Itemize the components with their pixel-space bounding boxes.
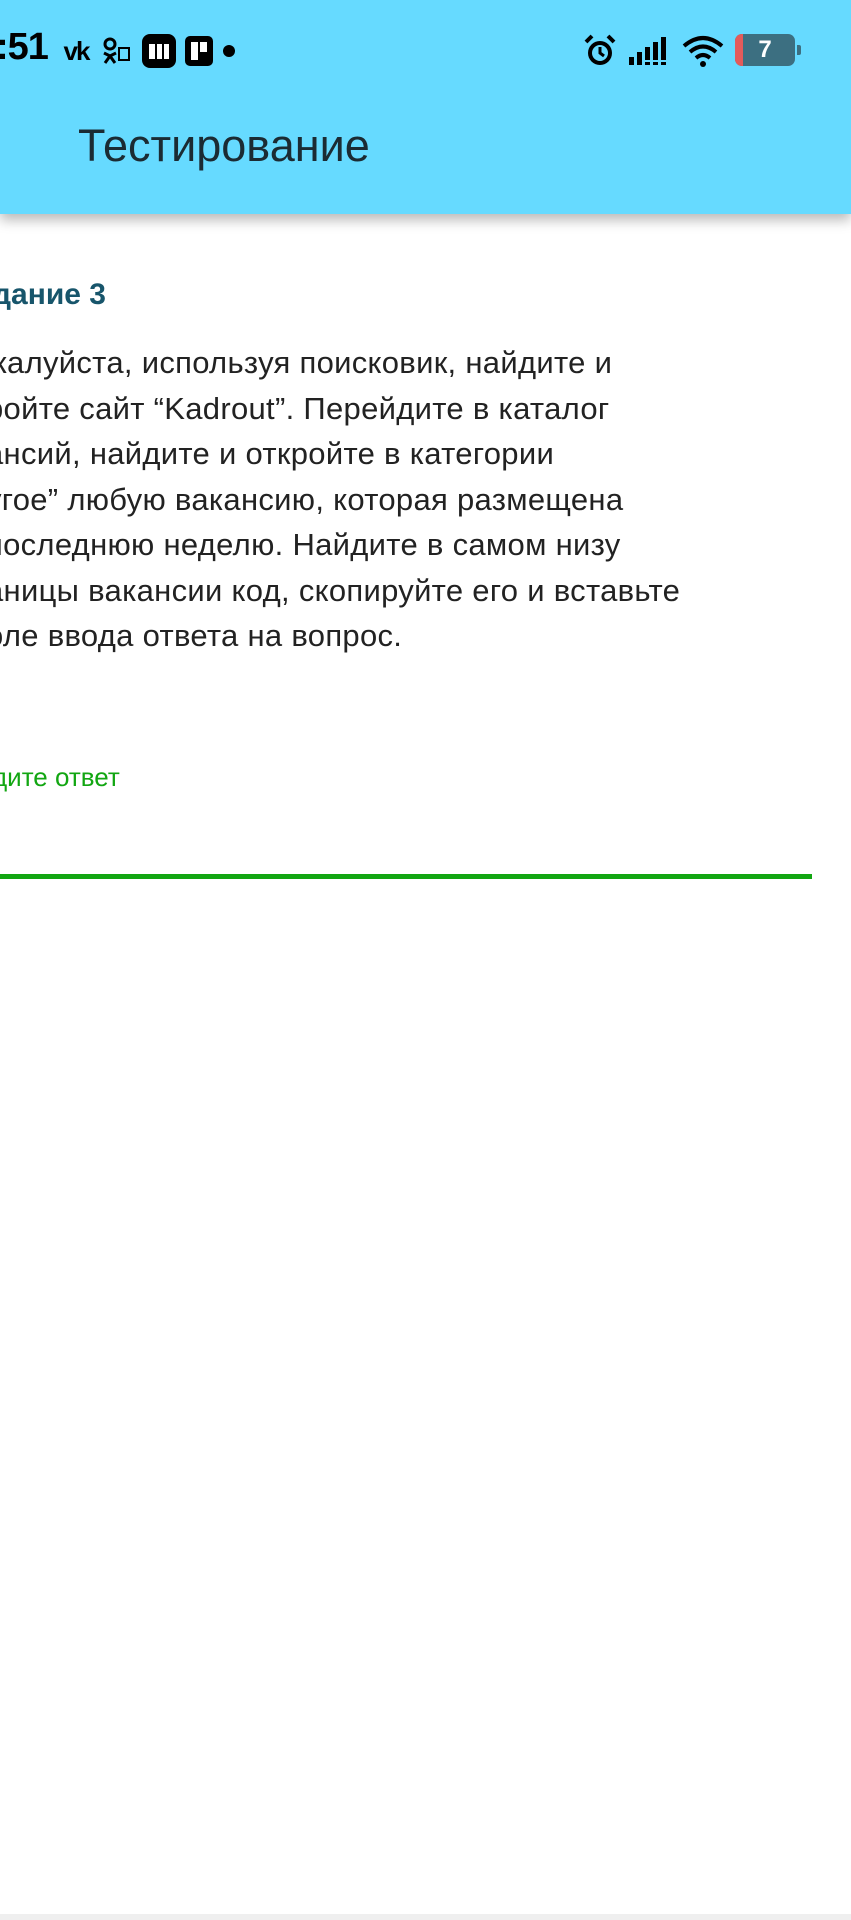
status-time: :51: [0, 26, 49, 68]
answer-underline: [0, 874, 812, 879]
screen: :51 vk 7 Тестирование дание 3 жалуйста, …: [0, 0, 851, 1920]
status-bar: :51 vk 7: [0, 0, 851, 100]
app-badge-icon: [142, 34, 176, 68]
signal-icon: [628, 30, 672, 72]
alarm-icon: [582, 30, 618, 72]
task-title: дание 3: [0, 278, 106, 311]
wifi-icon: [682, 30, 724, 72]
battery-level: 7: [758, 36, 772, 63]
ok-icon: [99, 30, 133, 72]
vk-icon: vk: [63, 35, 91, 66]
answer-input[interactable]: [0, 804, 812, 864]
content: дание 3 жалуйста, используя поисковик, н…: [0, 214, 851, 1920]
notification-dot-icon: [223, 45, 235, 57]
bottom-edge: [0, 1914, 851, 1920]
answer-label: дите ответ: [0, 762, 120, 792]
task-text: жалуйста, используя поисковик, найдите и…: [0, 345, 681, 653]
battery-icon: 7: [735, 34, 795, 66]
battery-tip: [797, 45, 801, 55]
app-badge2-icon: [184, 35, 214, 67]
page-title: Тестирование: [78, 120, 370, 171]
header: :51 vk 7 Тестирование: [0, 0, 851, 214]
